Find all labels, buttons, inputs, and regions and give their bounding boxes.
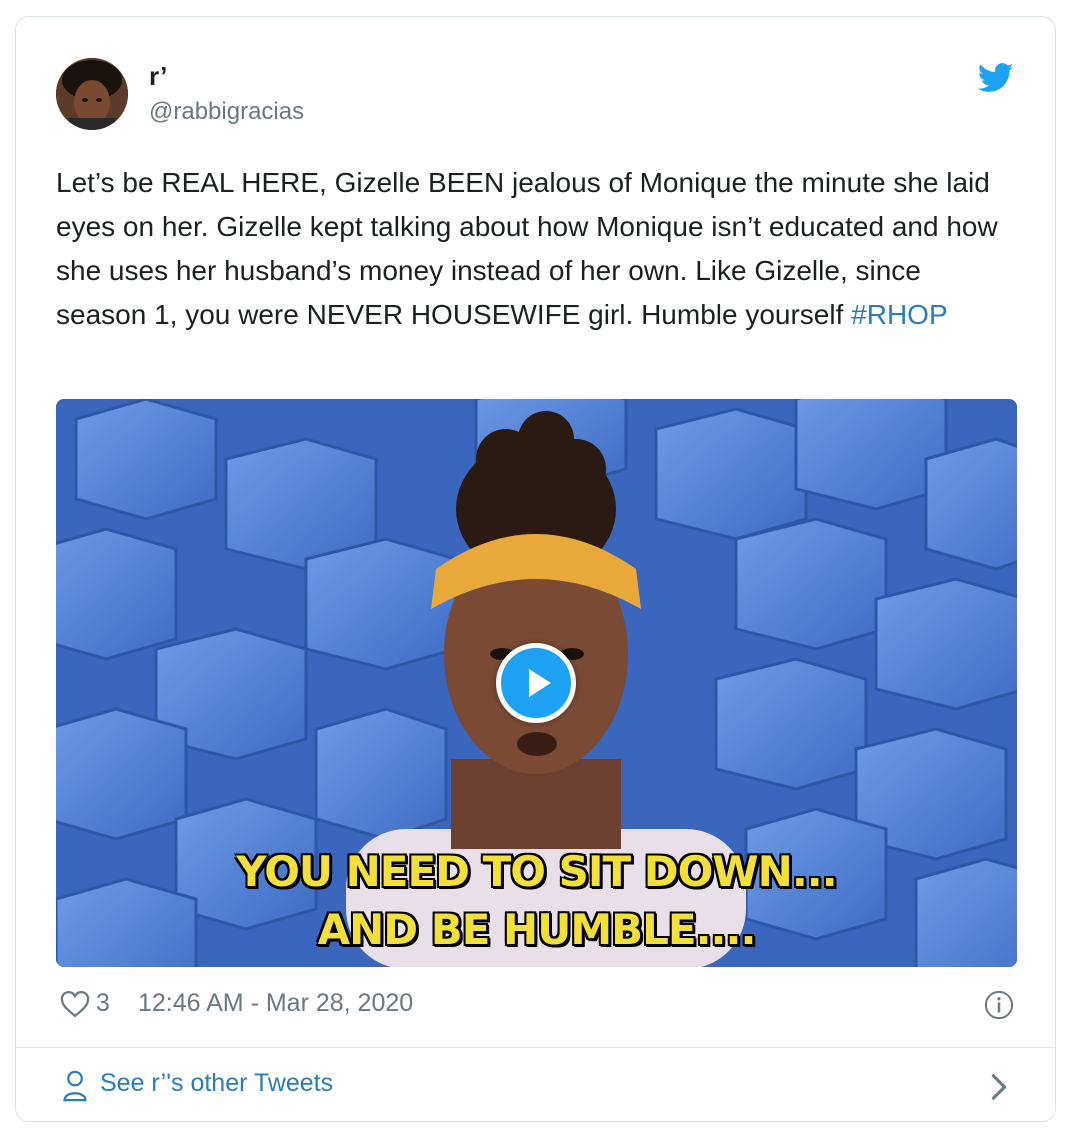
avatar-image	[56, 58, 128, 130]
play-button[interactable]	[496, 643, 576, 723]
author-handle[interactable]: @rabbigracias	[149, 97, 304, 127]
tweet-footer: 3 12:46 AM - Mar 28, 2020	[56, 987, 1017, 1023]
info-icon[interactable]	[984, 990, 1014, 1020]
like-count[interactable]: 3	[96, 989, 110, 1018]
hashtag-link[interactable]: #RHOP	[851, 299, 947, 330]
play-icon	[529, 669, 551, 697]
twitter-bird-icon[interactable]	[978, 63, 1014, 93]
gif-caption-line1: YOU NEED TO SIT DOWN...	[236, 847, 837, 896]
see-other-tweets-label: See r’'s other Tweets	[100, 1069, 334, 1097]
gif-caption-line2: AND BE HUMBLE....	[317, 905, 757, 954]
author-name[interactable]: r’	[149, 61, 167, 91]
heart-icon[interactable]	[60, 990, 90, 1018]
see-other-tweets-link[interactable]: See r’'s other Tweets	[62, 1067, 1012, 1107]
media-gif[interactable]: YOU NEED TO SIT DOWN... AND BE HUMBLE...…	[56, 399, 1017, 967]
timestamp[interactable]: 12:46 AM - Mar 28, 2020	[138, 989, 413, 1018]
tweet-card: r’ @rabbigracias Let’s be REAL HERE, Giz…	[15, 16, 1056, 1122]
avatar[interactable]	[56, 58, 128, 130]
tweet-text: Let’s be REAL HERE, Gizelle BEEN jealous…	[56, 161, 1016, 337]
divider	[16, 1047, 1055, 1048]
person-icon	[63, 1070, 87, 1102]
chevron-right-icon	[991, 1074, 1007, 1100]
